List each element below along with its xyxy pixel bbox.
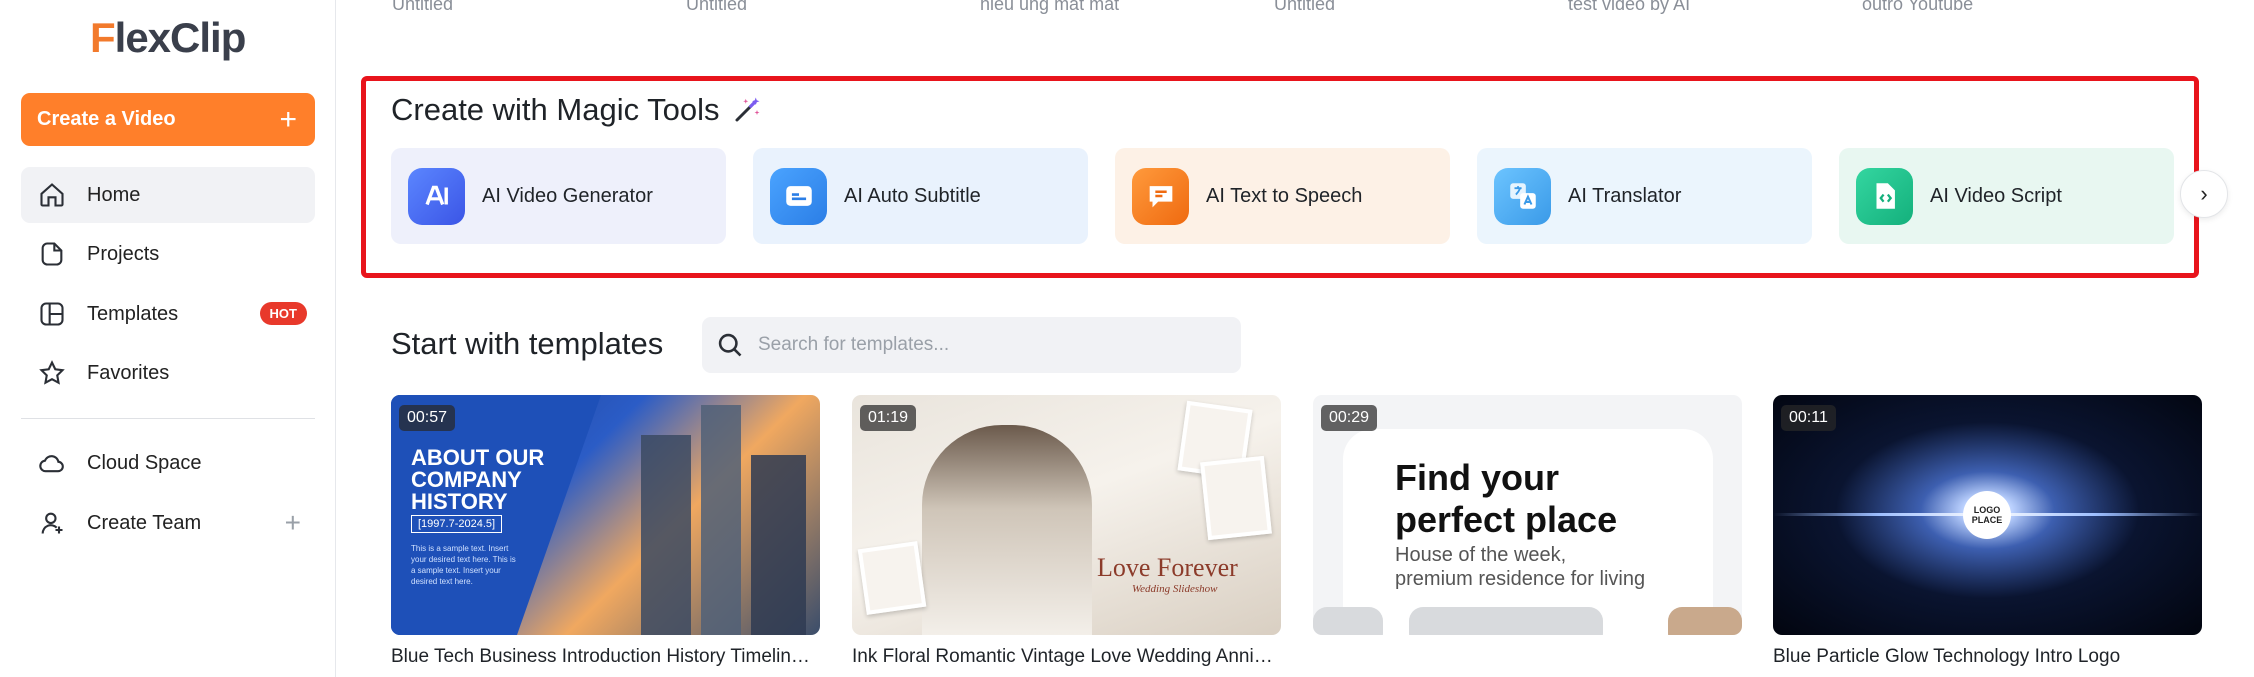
tool-ai-video-script[interactable]: AI Video Script <box>1839 148 2174 244</box>
projects-icon <box>37 239 67 269</box>
sidebar-item-projects[interactable]: Projects <box>21 226 315 282</box>
create-video-button[interactable]: Create a Video + <box>21 93 315 146</box>
duration-badge: 00:11 <box>1781 405 1836 431</box>
template-search-box[interactable] <box>702 317 1241 373</box>
script-icon <box>1856 167 1913 225</box>
templates-section-title: Start with templates <box>391 326 664 361</box>
tool-ai-text-to-speech[interactable]: AI Text to Speech <box>1115 148 1450 244</box>
building-shape <box>641 435 691 635</box>
recent-project-title[interactable]: Untitled <box>392 0 453 15</box>
sidebar-item-label: Templates <box>87 302 179 325</box>
image-placeholder <box>1409 607 1603 635</box>
thumbnail-year: [1997.7-2024.5] <box>411 515 503 533</box>
search-icon <box>718 333 742 357</box>
template-title[interactable]: Blue Tech Business Introduction History … <box>391 646 820 668</box>
ai-icon <box>408 167 465 225</box>
sidebar-item-label: Favorites <box>87 361 170 384</box>
thumbnail-heading: ABOUT OUR COMPANY HISTORY <box>411 445 545 514</box>
chevron-right-icon: › <box>2200 181 2208 206</box>
star-icon <box>37 358 67 388</box>
tool-label: AI Translator <box>1568 184 1682 207</box>
tool-label: AI Auto Subtitle <box>844 184 981 207</box>
template-thumbnail[interactable]: ABOUT OUR COMPANY HISTORY [1997.7-2024.5… <box>391 395 820 635</box>
template-title[interactable]: Ink Floral Romantic Vintage Love Wedding… <box>852 646 1281 668</box>
building-shape <box>701 405 741 635</box>
thumbnail-small-text: This is a sample text. Insert your desir… <box>411 544 516 586</box>
sidebar-item-templates[interactable]: Templates HOT <box>21 286 315 342</box>
image-placeholder <box>1668 607 1742 635</box>
photo-frame <box>857 541 927 615</box>
sidebar-item-label: Home <box>87 183 141 206</box>
recent-project-title[interactable]: outro Youtube <box>1862 0 1973 15</box>
speech-bubble-icon <box>1132 167 1189 225</box>
sidebar-item-home[interactable]: Home <box>21 167 315 223</box>
add-team-plus-icon[interactable]: + <box>285 507 301 539</box>
next-tools-arrow-button[interactable]: › <box>2180 170 2228 218</box>
tool-label: AI Video Script <box>1930 184 2062 207</box>
recent-project-title[interactable]: Untitled <box>686 0 747 15</box>
recent-project-title[interactable]: Untitled <box>1274 0 1335 15</box>
sidebar-item-label: Cloud Space <box>87 451 202 474</box>
magic-wand-icon <box>735 97 760 122</box>
sidebar-item-favorites[interactable]: Favorites <box>21 345 315 401</box>
tool-label: AI Video Generator <box>482 184 653 207</box>
sidebar-item-label: Create Team <box>87 511 202 534</box>
subtitle-icon <box>770 167 827 225</box>
tool-ai-translator[interactable]: AI Translator <box>1477 148 1812 244</box>
add-user-icon <box>37 508 67 538</box>
recent-project-title[interactable]: hieu ung mat mat <box>980 0 1119 15</box>
couple-photo-shape <box>922 425 1092 635</box>
sidebar-item-create-team[interactable]: Create Team + <box>21 495 315 551</box>
home-icon <box>37 180 67 210</box>
magic-tools-title: Create with Magic Tools <box>391 92 762 128</box>
thumbnail-heading: Love Forever <box>1097 553 1238 582</box>
tool-label: AI Text to Speech <box>1206 184 1363 207</box>
templates-icon <box>37 299 67 329</box>
image-placeholder <box>1313 607 1383 635</box>
logo-placeholder: LOGO PLACE <box>1963 491 2011 539</box>
duration-badge: 00:29 <box>1321 405 1378 431</box>
magic-tools-title-text: Create with Magic Tools <box>391 92 720 127</box>
tool-ai-auto-subtitle[interactable]: AI Auto Subtitle <box>753 148 1088 244</box>
tool-ai-video-generator[interactable]: AI Video Generator <box>391 148 726 244</box>
hot-badge: HOT <box>259 302 307 325</box>
thumbnail-subheading: House of the week, premium residence for… <box>1395 544 1646 590</box>
create-video-label: Create a Video <box>37 108 176 130</box>
sidebar-item-label: Projects <box>87 242 160 265</box>
cloud-icon <box>37 448 67 478</box>
recent-project-title[interactable]: test video by AI <box>1568 0 1690 15</box>
duration-badge: 01:19 <box>860 405 917 431</box>
photo-frame <box>1200 455 1272 541</box>
plus-icon: + <box>279 102 297 136</box>
translate-icon <box>1494 167 1551 225</box>
template-title[interactable]: Blue Particle Glow Technology Intro Logo <box>1773 646 2202 668</box>
logo-text: lexClip <box>114 14 247 61</box>
recent-projects-row: Untitled Untitled hieu ung mat mat Untit… <box>392 0 2192 18</box>
template-search-input[interactable] <box>758 334 1238 356</box>
logo-letter-f: F <box>90 14 116 61</box>
building-shape <box>751 455 806 635</box>
flexclip-logo[interactable]: FlexClip <box>90 14 247 62</box>
sidebar: FlexClip Create a Video + Home Projects … <box>0 0 336 677</box>
duration-badge: 00:57 <box>399 405 456 431</box>
thumbnail-heading: Find your perfect place <box>1395 457 1618 540</box>
template-thumbnail[interactable]: LOGO PLACE 00:11 <box>1773 395 2202 635</box>
template-thumbnail[interactable]: Find your perfect place House of the wee… <box>1313 395 1742 635</box>
thumbnail-subheading: Wedding Slideshow <box>1132 583 1218 595</box>
sidebar-divider <box>21 418 315 419</box>
template-thumbnail[interactable]: Love Forever Wedding Slideshow 01:19 <box>852 395 1281 635</box>
sidebar-item-cloud-space[interactable]: Cloud Space <box>21 435 315 491</box>
